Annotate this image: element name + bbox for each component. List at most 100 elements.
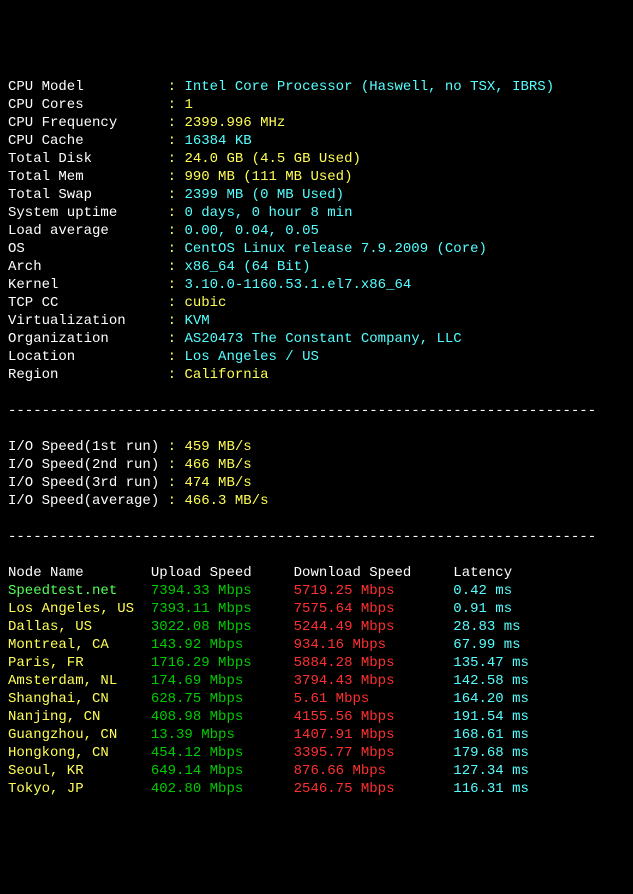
speed-row: Shanghai, CN 628.75 Mbps 5.61 Mbps 164.2… bbox=[8, 690, 625, 708]
io-label: I/O Speed(average) bbox=[8, 493, 168, 509]
colon-separator: : bbox=[168, 97, 185, 113]
sysinfo-row: Total Swap : 2399 MB (0 MB Used) bbox=[8, 186, 625, 204]
sysinfo-value: 2399 MB (0 MB Used) bbox=[184, 187, 344, 203]
colon-separator: : bbox=[168, 187, 185, 203]
speed-download: 4155.56 Mbps bbox=[294, 709, 454, 725]
speed-upload: 402.80 Mbps bbox=[151, 781, 294, 797]
colon-separator: : bbox=[168, 277, 185, 293]
speed-latency: 0.91 ms bbox=[453, 601, 512, 617]
speed-upload: 1716.29 Mbps bbox=[151, 655, 294, 671]
sysinfo-row: Virtualization : KVM bbox=[8, 312, 625, 330]
colon-separator: : bbox=[168, 241, 185, 257]
system-info-block: CPU Model : Intel Core Processor (Haswel… bbox=[8, 78, 625, 384]
speed-row: Seoul, KR 649.14 Mbps 876.66 Mbps 127.34… bbox=[8, 762, 625, 780]
speed-header-node: Node Name bbox=[8, 565, 151, 581]
sysinfo-label: Total Mem bbox=[8, 169, 168, 185]
sysinfo-label: Location bbox=[8, 349, 168, 365]
sysinfo-label: Arch bbox=[8, 259, 168, 275]
sysinfo-value: KVM bbox=[184, 313, 209, 329]
speed-row: Amsterdam, NL 174.69 Mbps 3794.43 Mbps 1… bbox=[8, 672, 625, 690]
speed-download: 5884.28 Mbps bbox=[294, 655, 454, 671]
colon-separator: : bbox=[168, 115, 185, 131]
speed-latency: 116.31 ms bbox=[453, 781, 529, 797]
sysinfo-row: System uptime : 0 days, 0 hour 8 min bbox=[8, 204, 625, 222]
colon-separator: : bbox=[168, 331, 185, 347]
colon-separator: : bbox=[168, 313, 185, 329]
colon-separator: : bbox=[168, 259, 185, 275]
sysinfo-row: OS : CentOS Linux release 7.9.2009 (Core… bbox=[8, 240, 625, 258]
sysinfo-value: California bbox=[184, 367, 268, 383]
speed-row: Los Angeles, US 7393.11 Mbps 7575.64 Mbp… bbox=[8, 600, 625, 618]
colon-separator: : bbox=[168, 151, 185, 167]
speed-download: 5719.25 Mbps bbox=[294, 583, 454, 599]
speed-latency: 127.34 ms bbox=[453, 763, 529, 779]
speed-row: Paris, FR 1716.29 Mbps 5884.28 Mbps 135.… bbox=[8, 654, 625, 672]
speed-node: Tokyo, JP bbox=[8, 781, 151, 797]
colon-separator: : bbox=[168, 79, 185, 95]
speed-latency: 0.42 ms bbox=[453, 583, 512, 599]
speed-node: Nanjing, CN bbox=[8, 709, 151, 725]
colon-separator: : bbox=[168, 367, 185, 383]
speed-download: 1407.91 Mbps bbox=[294, 727, 454, 743]
sysinfo-row: Location : Los Angeles / US bbox=[8, 348, 625, 366]
sysinfo-value: 24.0 GB (4.5 GB Used) bbox=[184, 151, 360, 167]
speed-download: 3794.43 Mbps bbox=[294, 673, 454, 689]
speed-upload: 143.92 Mbps bbox=[151, 637, 294, 653]
colon-separator: : bbox=[168, 475, 185, 491]
io-value: 474 MB/s bbox=[184, 475, 251, 491]
speed-row: Dallas, US 3022.08 Mbps 5244.49 Mbps 28.… bbox=[8, 618, 625, 636]
speed-node: Speedtest.net bbox=[8, 583, 151, 599]
speed-row: Speedtest.net 7394.33 Mbps 5719.25 Mbps … bbox=[8, 582, 625, 600]
io-row: I/O Speed(1st run) : 459 MB/s bbox=[8, 438, 625, 456]
speed-header-row: Node Name Upload Speed Download Speed La… bbox=[8, 564, 625, 582]
speed-latency: 142.58 ms bbox=[453, 673, 529, 689]
io-row: I/O Speed(average) : 466.3 MB/s bbox=[8, 492, 625, 510]
sysinfo-label: TCP CC bbox=[8, 295, 168, 311]
speed-download: 934.16 Mbps bbox=[294, 637, 454, 653]
sysinfo-value: Los Angeles / US bbox=[184, 349, 318, 365]
colon-separator: : bbox=[168, 169, 185, 185]
speed-download: 3395.77 Mbps bbox=[294, 745, 454, 761]
speed-node: Guangzhou, CN bbox=[8, 727, 151, 743]
speed-node: Hongkong, CN bbox=[8, 745, 151, 761]
sysinfo-row: CPU Model : Intel Core Processor (Haswel… bbox=[8, 78, 625, 96]
sysinfo-value: cubic bbox=[184, 295, 226, 311]
divider: ----------------------------------------… bbox=[8, 402, 625, 420]
speed-download: 7575.64 Mbps bbox=[294, 601, 454, 617]
io-value: 466.3 MB/s bbox=[184, 493, 268, 509]
colon-separator: : bbox=[168, 457, 185, 473]
speed-upload: 174.69 Mbps bbox=[151, 673, 294, 689]
speed-latency: 168.61 ms bbox=[453, 727, 529, 743]
speed-node: Montreal, CA bbox=[8, 637, 151, 653]
colon-separator: : bbox=[168, 133, 185, 149]
speed-node: Paris, FR bbox=[8, 655, 151, 671]
speed-upload: 7393.11 Mbps bbox=[151, 601, 294, 617]
speedtest-block: Node Name Upload Speed Download Speed La… bbox=[8, 564, 625, 798]
sysinfo-label: CPU Model bbox=[8, 79, 168, 95]
speed-node: Los Angeles, US bbox=[8, 601, 151, 617]
divider: ----------------------------------------… bbox=[8, 528, 625, 546]
sysinfo-label: CPU Cache bbox=[8, 133, 168, 149]
sysinfo-label: System uptime bbox=[8, 205, 168, 221]
speed-upload: 13.39 Mbps bbox=[151, 727, 294, 743]
colon-separator: : bbox=[168, 349, 185, 365]
io-row: I/O Speed(3rd run) : 474 MB/s bbox=[8, 474, 625, 492]
sysinfo-value: 3.10.0-1160.53.1.el7.x86_64 bbox=[184, 277, 411, 293]
io-speed-block: I/O Speed(1st run) : 459 MB/sI/O Speed(2… bbox=[8, 438, 625, 510]
speed-upload: 408.98 Mbps bbox=[151, 709, 294, 725]
sysinfo-value: 990 MB (111 MB Used) bbox=[184, 169, 352, 185]
sysinfo-label: Load average bbox=[8, 223, 168, 239]
speed-node: Seoul, KR bbox=[8, 763, 151, 779]
sysinfo-value: CentOS Linux release 7.9.2009 (Core) bbox=[184, 241, 486, 257]
io-value: 459 MB/s bbox=[184, 439, 251, 455]
speed-latency: 135.47 ms bbox=[453, 655, 529, 671]
speed-header-up: Upload Speed bbox=[151, 565, 294, 581]
sysinfo-label: Total Disk bbox=[8, 151, 168, 167]
colon-separator: : bbox=[168, 439, 185, 455]
sysinfo-value: 0.00, 0.04, 0.05 bbox=[184, 223, 318, 239]
io-label: I/O Speed(2nd run) bbox=[8, 457, 168, 473]
sysinfo-label: Total Swap bbox=[8, 187, 168, 203]
speed-header-down: Download Speed bbox=[294, 565, 454, 581]
speed-row: Hongkong, CN 454.12 Mbps 3395.77 Mbps 17… bbox=[8, 744, 625, 762]
sysinfo-label: OS bbox=[8, 241, 168, 257]
